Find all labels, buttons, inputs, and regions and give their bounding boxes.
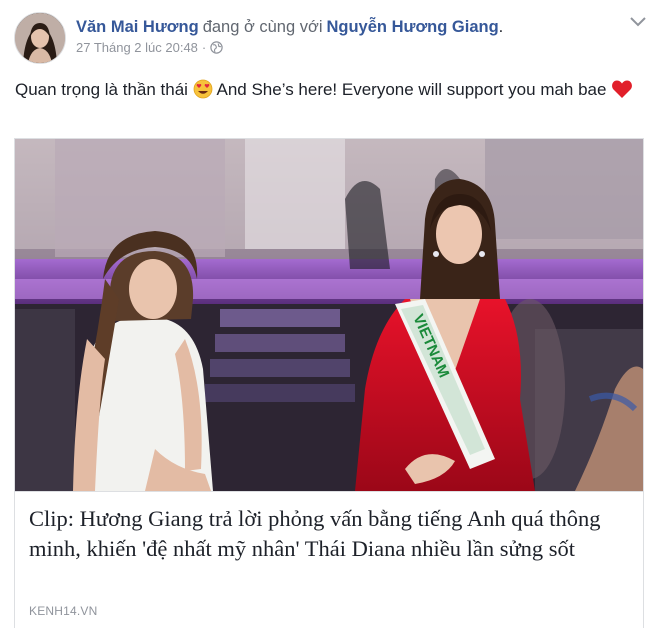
link-preview-card[interactable]: VIETNAM Clip: Hương Giang trả lời phỏng … [14, 138, 644, 628]
link-title[interactable]: Clip: Hương Giang trả lời phỏng vấn bằng… [29, 504, 629, 564]
chevron-down-icon[interactable] [630, 14, 646, 27]
post-message: Quan trọng là thần thái And She’s here! … [15, 78, 635, 106]
message-text-1: Quan trọng là thần thái [15, 80, 188, 99]
header-text: Văn Mai Hương đang ở cùng với Nguyễn Hương… [76, 16, 636, 58]
header-line: Văn Mai Hương đang ở cùng với Nguyễn Hương… [76, 16, 636, 38]
link-domain: KENH14.VN [29, 604, 98, 618]
timestamp-link[interactable]: 27 Tháng 2 lúc 20:48 [76, 40, 198, 55]
link-preview-image[interactable]: VIETNAM [15, 139, 643, 491]
link-preview-body[interactable]: Clip: Hương Giang trả lời phỏng vấn bằng… [15, 491, 643, 628]
meta-separator: · [201, 40, 207, 55]
with-text: đang ở cùng với [202, 18, 323, 36]
heart-eyes-emoji-icon [193, 79, 213, 106]
period-text: . [498, 18, 504, 36]
globe-icon[interactable] [210, 41, 223, 58]
author-avatar[interactable] [14, 12, 66, 64]
message-text-2: And She’s here! Everyone will support yo… [216, 80, 607, 99]
post-meta: 27 Tháng 2 lúc 20:48 · [76, 40, 636, 58]
author-name-link[interactable]: Văn Mai Hương [76, 18, 199, 36]
facebook-post: Văn Mai Hương đang ở cùng với Nguyễn Hương… [0, 0, 660, 631]
tagged-friend-link[interactable]: Nguyễn Hương Giang [326, 18, 498, 36]
red-heart-emoji-icon [611, 79, 633, 106]
